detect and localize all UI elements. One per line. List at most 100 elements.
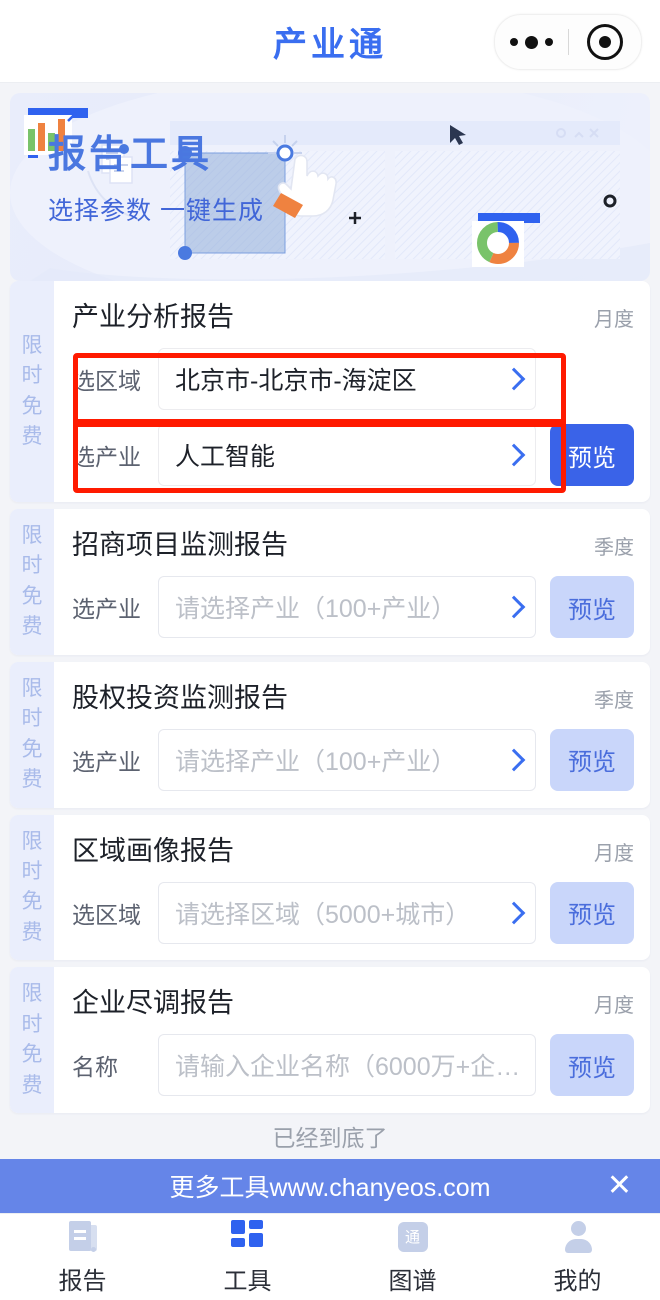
report-card-industry-analysis[interactable]: 限 时 免 费 产业分析报告 月度 选区域 北京市-北京市-海淀区 选产业 人工…	[10, 281, 650, 502]
card-period-badge: 季度	[594, 689, 634, 712]
form-row-industry: 选产业 请选择产业（100+产业） 预览	[72, 576, 634, 638]
tab-profile[interactable]: 我的	[495, 1219, 660, 1296]
free-tag-char: 免	[21, 890, 43, 914]
list-end-text: 已经到底了	[272, 1125, 388, 1151]
card-body: 产业分析报告 月度 选区域 北京市-北京市-海淀区 选产业 人工智能 预览	[54, 281, 650, 502]
free-tag-char: 时	[21, 554, 43, 578]
card-header: 企业尽调报告 月度	[72, 981, 634, 1020]
tab-report[interactable]: 报告	[0, 1219, 165, 1296]
ellipsis-icon[interactable]	[495, 35, 568, 49]
card-title: 招商项目监测报告	[72, 530, 288, 560]
target-icon[interactable]	[569, 24, 642, 60]
report-icon	[65, 1219, 101, 1255]
tab-label: 图谱	[388, 1267, 437, 1295]
form-row-company-name: 名称 请输入企业名称（6000万+企业） 预览	[72, 1034, 634, 1097]
preview-button[interactable]: 预览	[550, 728, 634, 791]
region-placeholder: 请选择区域（5000+城市）	[175, 900, 471, 929]
chevron-right-icon	[505, 900, 521, 926]
app-screen: 产业通 报告工具 选择参数 一键生成 限 时 免 费 产业分析报告 月度 选区域…	[0, 0, 660, 1300]
report-card-investment-project[interactable]: 限 时 免 费 招商项目监测报告 季度 选产业 请选择产业（100+产业） 预览	[10, 509, 650, 655]
free-tag: 限 时 免 费	[10, 281, 54, 502]
form-row-industry: 选产业 人工智能 预览	[72, 424, 634, 486]
page-title: 产业通	[273, 25, 387, 64]
free-tag: 限 时 免 费	[10, 814, 54, 961]
row-label: 名称	[72, 1054, 118, 1081]
card-header: 股权投资监测报告 季度	[72, 676, 634, 715]
free-tag-char: 限	[21, 333, 43, 357]
preview-button[interactable]: 预览	[550, 424, 634, 486]
report-card-equity-investment[interactable]: 限 时 免 费 股权投资监测报告 季度 选产业 请选择产业（100+产业） 预览	[10, 661, 650, 808]
person-icon	[560, 1219, 596, 1255]
bottom-tabbar: 报告 工具 通 图谱 我的	[0, 1213, 660, 1300]
card-body: 区域画像报告 月度 选区域 请选择区域（5000+城市） 预览	[54, 815, 650, 961]
industry-select[interactable]: 人工智能	[158, 424, 536, 486]
promo-text: 更多工具www.chanyeos.com	[169, 1174, 491, 1202]
row-label: 选产业	[72, 596, 141, 622]
free-tag-char: 免	[21, 737, 43, 761]
tab-tools[interactable]: 工具	[165, 1219, 330, 1296]
promo-banner[interactable]: 更多工具www.chanyeos.com ✕	[0, 1159, 660, 1213]
card-header: 产业分析报告 月度	[72, 295, 634, 334]
card-title: 产业分析报告	[72, 302, 234, 332]
form-row-region: 选区域 请选择区域（5000+城市） 预览	[72, 881, 634, 944]
card-period-badge: 月度	[594, 842, 634, 865]
chevron-right-icon	[505, 747, 521, 773]
free-tag-char: 费	[21, 615, 43, 639]
preview-button[interactable]: 预览	[550, 881, 634, 944]
graph-icon-glyph: 通	[397, 1221, 428, 1252]
industry-value: 人工智能	[175, 443, 276, 471]
graph-icon: 通	[395, 1219, 431, 1255]
free-tag-char: 费	[21, 920, 43, 944]
company-name-input[interactable]: 请输入企业名称（6000万+企业）	[158, 1034, 536, 1097]
industry-select[interactable]: 请选择产业（100+产业）	[158, 728, 536, 791]
grid-icon	[230, 1219, 266, 1255]
company-name-placeholder: 请输入企业名称（6000万+企业）	[175, 1053, 521, 1082]
free-tag-char: 时	[21, 364, 43, 388]
tab-label: 报告	[58, 1267, 107, 1295]
region-select[interactable]: 北京市-北京市-海淀区	[158, 348, 536, 410]
free-tag-char: 限	[21, 982, 43, 1006]
card-title: 股权投资监测报告	[72, 682, 288, 713]
free-tag-char: 限	[21, 676, 43, 700]
free-tag: 限 时 免 费	[10, 509, 54, 655]
industry-select[interactable]: 请选择产业（100+产业）	[158, 576, 536, 638]
free-tag-char: 限	[21, 524, 43, 547]
free-tag-char: 时	[21, 707, 43, 731]
banner-subtitle: 选择参数 一键生成	[48, 196, 264, 225]
tab-label: 我的	[553, 1267, 602, 1295]
free-tag-char: 免	[21, 1043, 43, 1067]
free-tag-char: 时	[21, 859, 43, 883]
report-tools-banner[interactable]: 报告工具 选择参数 一键生成	[10, 93, 650, 281]
report-card-company-diligence[interactable]: 限 时 免 费 企业尽调报告 月度 名称 请输入企业名称（6000万+企业） 预…	[10, 967, 650, 1113]
close-icon[interactable]: ✕	[601, 1159, 638, 1213]
preview-button[interactable]: 预览	[550, 1034, 634, 1097]
form-row-region: 选区域 北京市-北京市-海淀区	[72, 348, 634, 410]
tab-label: 工具	[223, 1267, 272, 1295]
free-tag-char: 免	[21, 394, 43, 418]
region-value: 北京市-北京市-海淀区	[175, 367, 417, 395]
chevron-right-icon	[505, 594, 521, 620]
free-tag: 限 时 免 费	[10, 661, 54, 808]
row-label: 选产业	[72, 444, 141, 470]
free-tag-char: 费	[21, 1073, 43, 1097]
preview-button[interactable]: 预览	[550, 576, 634, 638]
card-period-badge: 季度	[594, 537, 634, 559]
card-period-badge: 月度	[594, 309, 634, 331]
card-body: 招商项目监测报告 季度 选产业 请选择产业（100+产业） 预览	[54, 509, 650, 655]
report-card-list: 限 时 免 费 产业分析报告 月度 选区域 北京市-北京市-海淀区 选产业 人工…	[0, 281, 660, 1159]
row-label: 选产业	[72, 748, 141, 775]
card-header: 区域画像报告 月度	[72, 829, 634, 868]
chevron-right-icon	[505, 366, 521, 392]
report-card-region-profile[interactable]: 限 时 免 费 区域画像报告 月度 选区域 请选择区域（5000+城市） 预览	[10, 814, 650, 961]
card-title: 企业尽调报告	[72, 988, 234, 1019]
region-select[interactable]: 请选择区域（5000+城市）	[158, 881, 536, 944]
free-tag-char: 时	[21, 1012, 43, 1036]
industry-placeholder: 请选择产业（100+产业）	[175, 747, 457, 776]
row-label: 选区域	[72, 901, 141, 928]
free-tag-char: 限	[21, 829, 43, 853]
wechat-capsule[interactable]	[494, 14, 642, 70]
card-title: 区域画像报告	[72, 835, 234, 866]
tab-graph[interactable]: 通 图谱	[330, 1219, 495, 1296]
banner-text: 报告工具 选择参数 一键生成	[48, 134, 264, 227]
free-tag-char: 费	[21, 768, 43, 792]
